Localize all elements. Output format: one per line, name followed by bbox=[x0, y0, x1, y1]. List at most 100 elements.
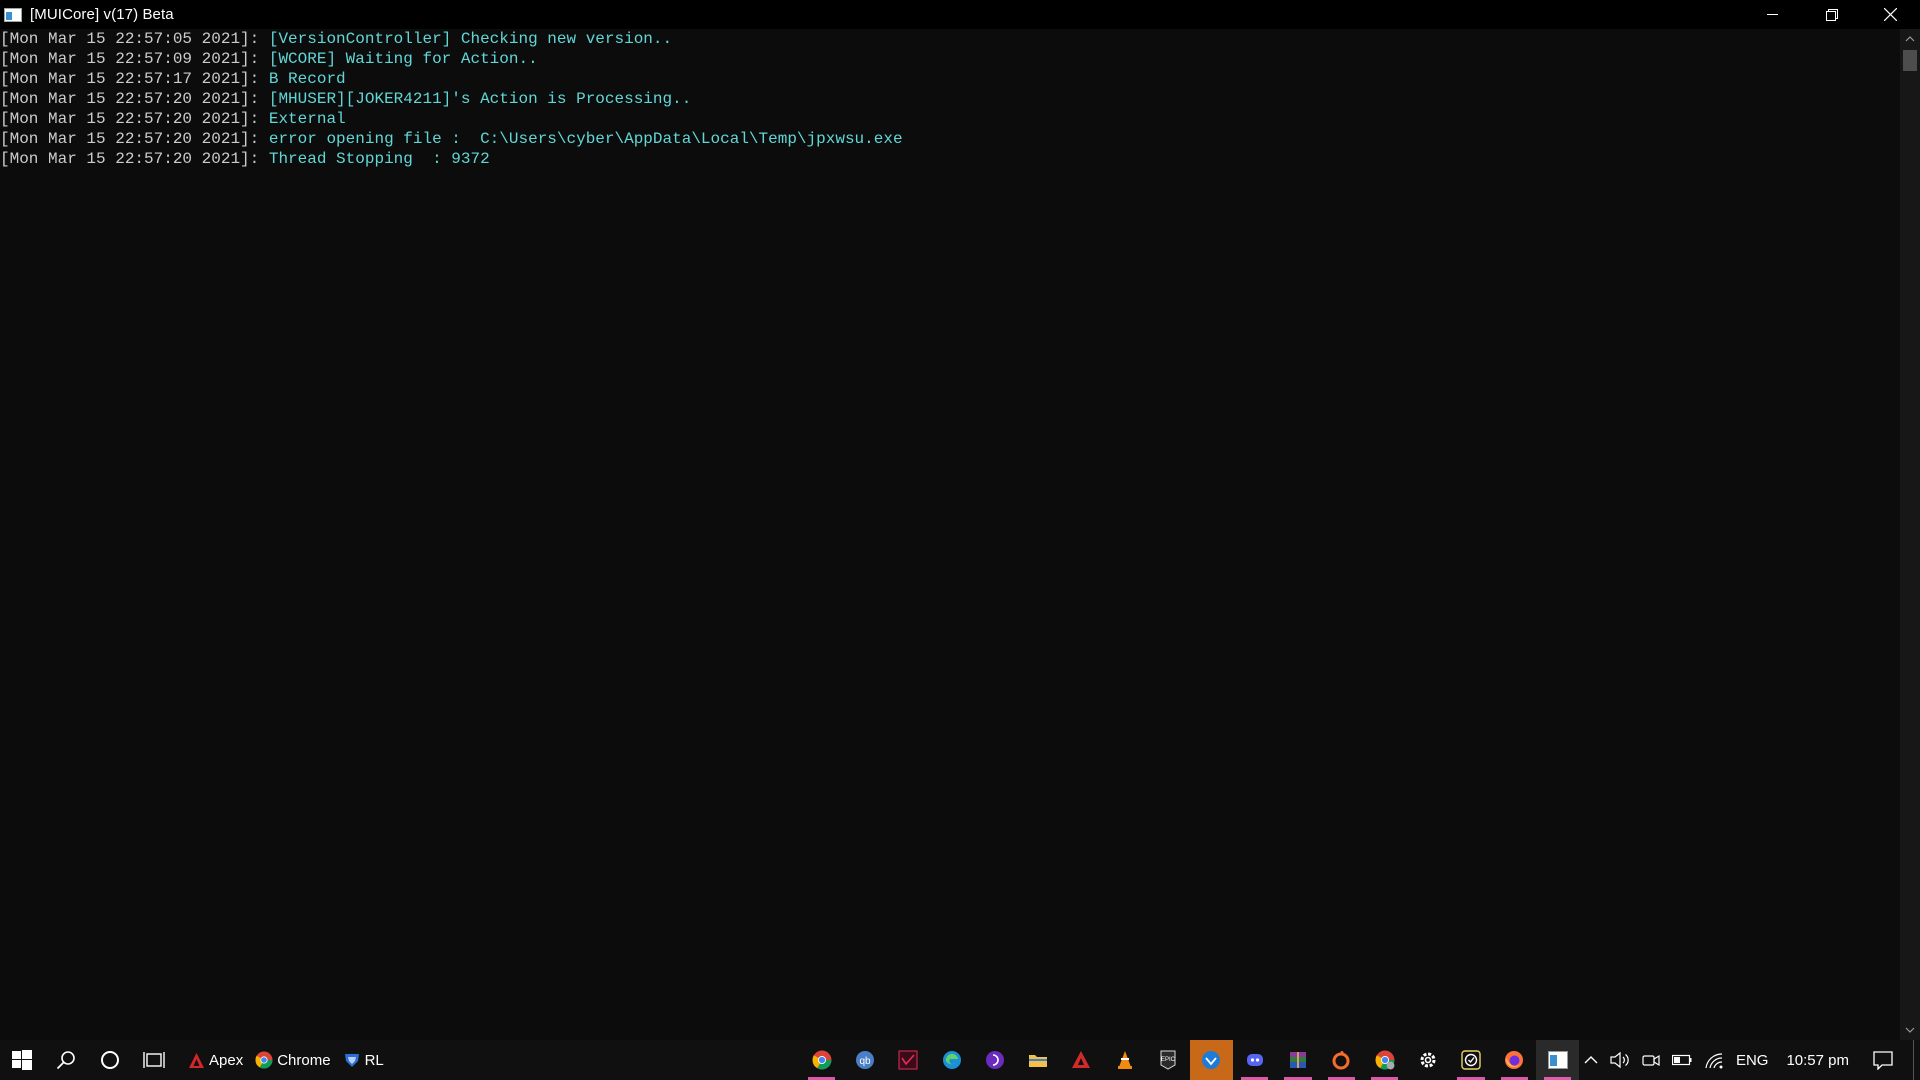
show-hidden-icons-button[interactable] bbox=[1578, 1040, 1604, 1080]
title-bar[interactable]: [MUICore] v(17) Beta bbox=[0, 0, 1920, 29]
close-button[interactable] bbox=[1861, 0, 1920, 29]
taskbar-app-origin[interactable] bbox=[1320, 1040, 1363, 1080]
taskbar-app-podcast[interactable] bbox=[973, 1040, 1016, 1080]
taskbar-app-qbittorrent[interactable]: qb bbox=[843, 1040, 886, 1080]
console-icon bbox=[1547, 1051, 1568, 1069]
cortana-button[interactable] bbox=[88, 1040, 132, 1080]
log-message: [VersionController] Checking new version… bbox=[268, 30, 673, 48]
vertical-scrollbar[interactable] bbox=[1900, 29, 1920, 1040]
taskbar-app-vlc[interactable] bbox=[1103, 1040, 1146, 1080]
qbittorrent-icon: qb bbox=[855, 1051, 874, 1069]
acrobat-icon bbox=[1072, 1051, 1091, 1068]
taskbar-app-settings[interactable] bbox=[1406, 1040, 1449, 1080]
taskbar: Apex Chrome RL qb EPIC ENG 10:57 pm bbox=[0, 1040, 1920, 1080]
log-message: error opening file : C:\Users\cyber\AppD… bbox=[268, 130, 903, 148]
discord-icon bbox=[1246, 1054, 1263, 1066]
chrome-icon bbox=[255, 1051, 273, 1069]
start-button[interactable] bbox=[0, 1040, 44, 1080]
action-center-button[interactable] bbox=[1861, 1040, 1905, 1080]
window-controls bbox=[1743, 0, 1920, 29]
chrome-icon bbox=[812, 1050, 832, 1070]
battery-icon bbox=[1671, 1054, 1692, 1066]
search-button[interactable] bbox=[44, 1040, 88, 1080]
svg-text:EPIC: EPIC bbox=[1161, 1057, 1176, 1063]
firefox-icon bbox=[1505, 1051, 1524, 1069]
taskbar-app-sketch[interactable] bbox=[887, 1040, 930, 1080]
log-line: [Mon Mar 15 22:57:05 2021]: [VersionCont… bbox=[0, 29, 1900, 49]
scroll-thumb[interactable] bbox=[1903, 50, 1917, 71]
chevron-down-icon bbox=[1905, 1027, 1915, 1033]
cortana-icon bbox=[101, 1051, 119, 1069]
pinned-chrome-label: Chrome bbox=[277, 1051, 331, 1069]
minimize-button[interactable] bbox=[1743, 0, 1802, 29]
minimize-icon bbox=[1767, 14, 1778, 15]
close-icon bbox=[1884, 8, 1897, 21]
taskbar-app-edge[interactable] bbox=[930, 1040, 973, 1080]
task-view-button[interactable] bbox=[132, 1040, 176, 1080]
taskbar-app-chrome-profile[interactable] bbox=[1363, 1040, 1406, 1080]
log-line: [Mon Mar 15 22:57:20 2021]: error openin… bbox=[0, 129, 1900, 149]
log-message: [WCORE] Waiting for Action.. bbox=[268, 50, 538, 68]
taskbar-app-acrobat[interactable] bbox=[1060, 1040, 1103, 1080]
speaker-icon bbox=[1610, 1051, 1629, 1069]
log-timestamp: [Mon Mar 15 22:57:20 2021]: bbox=[0, 150, 269, 168]
log-message: [MHUSER][JOKER4211]'s Action is Processi… bbox=[268, 90, 692, 108]
log-timestamp: [Mon Mar 15 22:57:20 2021]: bbox=[0, 90, 269, 108]
log-timestamp: [Mon Mar 15 22:57:20 2021]: bbox=[0, 130, 269, 148]
settings-icon bbox=[1420, 1052, 1436, 1068]
svg-text:qb: qb bbox=[859, 1056, 871, 1067]
volume-button[interactable] bbox=[1604, 1040, 1636, 1080]
taskbar-app-discord[interactable] bbox=[1233, 1040, 1276, 1080]
system-tray: ENG 10:57 pm bbox=[1578, 1040, 1920, 1080]
log-timestamp: [Mon Mar 15 22:57:09 2021]: bbox=[0, 50, 269, 68]
input-language-button[interactable]: ENG bbox=[1730, 1040, 1775, 1080]
log-line: [Mon Mar 15 22:57:17 2021]: B Record bbox=[0, 69, 1900, 89]
pinned-apex-label: Apex bbox=[209, 1051, 244, 1069]
show-desktop-button[interactable] bbox=[1913, 1040, 1920, 1080]
rocket-league-icon bbox=[344, 1054, 359, 1067]
log-line: [Mon Mar 15 22:57:20 2021]: External bbox=[0, 109, 1900, 129]
sketch-app-icon bbox=[898, 1050, 918, 1070]
meet-now-button[interactable] bbox=[1636, 1040, 1666, 1080]
chevron-up-icon bbox=[1584, 1056, 1598, 1064]
console-app-icon bbox=[4, 7, 22, 22]
pinned-rl[interactable]: RL bbox=[343, 1040, 384, 1080]
log-line: [Mon Mar 15 22:57:20 2021]: [MHUSER][JOK… bbox=[0, 89, 1900, 109]
origin-icon bbox=[1332, 1051, 1350, 1070]
network-button[interactable] bbox=[1698, 1040, 1730, 1080]
pinned-shortcuts: Apex Chrome RL bbox=[188, 1040, 384, 1080]
taskbar-app-console[interactable] bbox=[1536, 1040, 1580, 1080]
edge-icon bbox=[942, 1051, 961, 1069]
log-message: Thread Stopping : 9372 bbox=[268, 150, 490, 168]
scroll-up-button[interactable] bbox=[1900, 30, 1920, 48]
log-timestamp: [Mon Mar 15 22:57:20 2021]: bbox=[0, 110, 269, 128]
running-apps: qb EPIC bbox=[800, 1040, 1580, 1080]
vlc-icon bbox=[1117, 1051, 1132, 1069]
vpn-icon bbox=[1202, 1051, 1221, 1069]
taskbar-app-chrome[interactable] bbox=[800, 1040, 843, 1080]
window-title: [MUICore] v(17) Beta bbox=[30, 6, 174, 23]
wifi-icon bbox=[1705, 1053, 1723, 1069]
taskbar-app-winrar[interactable] bbox=[1276, 1040, 1319, 1080]
file-explorer-icon bbox=[1029, 1055, 1048, 1067]
podcast-icon bbox=[985, 1051, 1004, 1069]
taskbar-app-epic-games[interactable]: EPIC bbox=[1146, 1040, 1189, 1080]
restore-button[interactable] bbox=[1802, 0, 1861, 29]
taskbar-app-vpn[interactable] bbox=[1189, 1040, 1233, 1080]
taskbar-app-file-explorer[interactable] bbox=[1016, 1040, 1059, 1080]
log-timestamp: [Mon Mar 15 22:57:05 2021]: bbox=[0, 30, 269, 48]
taskbar-app-firefox[interactable] bbox=[1493, 1040, 1536, 1080]
scroll-down-button[interactable] bbox=[1900, 1021, 1920, 1039]
battery-button[interactable] bbox=[1666, 1040, 1698, 1080]
taskbar-app-clock[interactable] bbox=[1449, 1040, 1492, 1080]
clock[interactable]: 10:57 pm bbox=[1774, 1040, 1861, 1080]
pinned-apex[interactable]: Apex bbox=[188, 1040, 243, 1080]
clock-app-icon bbox=[1461, 1050, 1481, 1070]
log-line: [Mon Mar 15 22:57:20 2021]: Thread Stopp… bbox=[0, 149, 1900, 169]
windows-logo-icon bbox=[12, 1050, 32, 1070]
log-line: [Mon Mar 15 22:57:09 2021]: [WCORE] Wait… bbox=[0, 49, 1900, 69]
pinned-chrome[interactable]: Chrome bbox=[255, 1040, 331, 1080]
restore-icon bbox=[1825, 8, 1838, 21]
console-output[interactable]: [Mon Mar 15 22:57:05 2021]: [VersionCont… bbox=[0, 29, 1900, 1040]
epic-games-icon: EPIC bbox=[1160, 1050, 1176, 1070]
